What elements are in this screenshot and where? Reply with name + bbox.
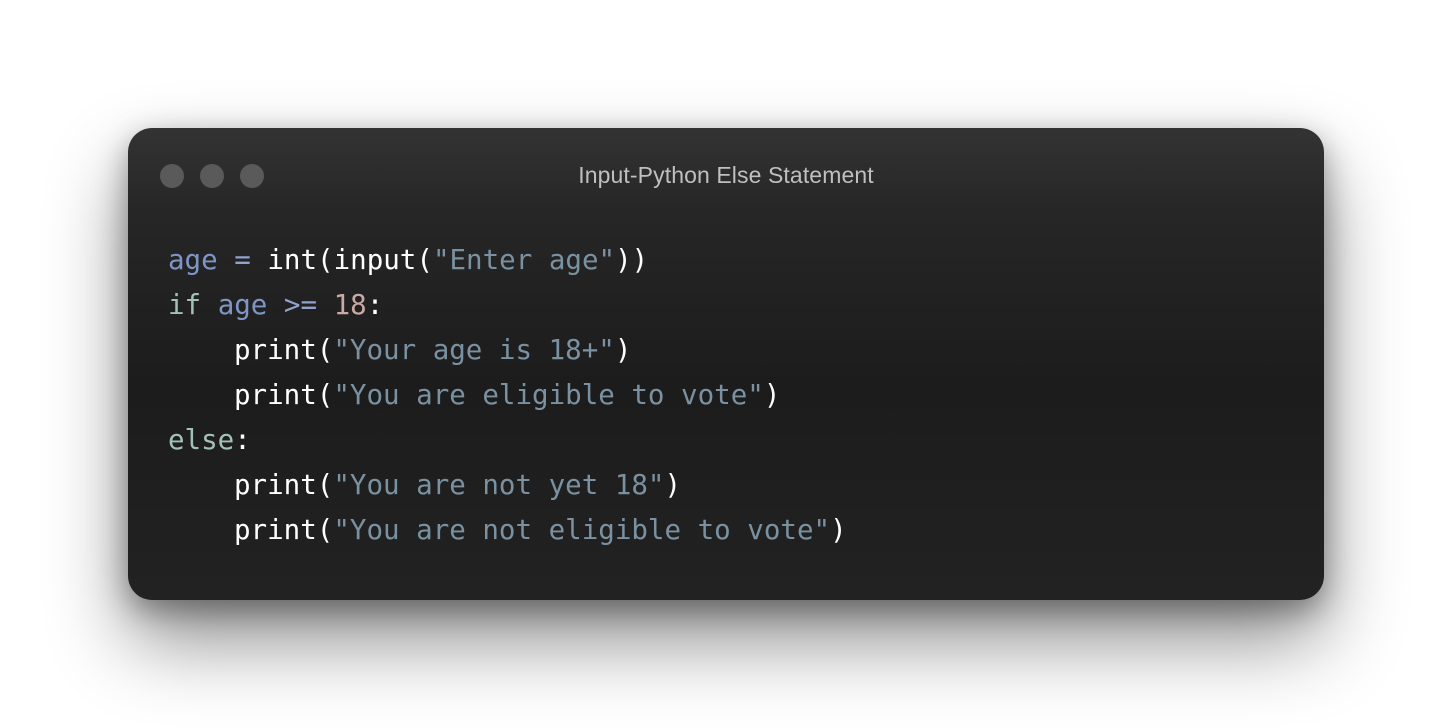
code-token-pun: ) [763,379,781,411]
code-token-pun: ( [416,244,433,276]
code-token-str: "You are not yet 18" [333,469,665,501]
code-line: age = int(input("Enter age")) [168,238,847,283]
code-line: print("You are eligible to vote") [168,373,847,418]
code-token-fn: print [234,334,317,366]
code-token-fn: print [234,514,317,546]
code-token-str: "You are not eligible to vote" [333,514,831,546]
code-token-pun: ( [316,379,334,411]
code-token-kw: else [168,424,235,456]
code-token-fn: print [234,469,317,501]
code-token-pun: ) [664,469,682,501]
code-token-fn: input [333,244,417,276]
code-token-pun: ( [316,469,334,501]
page-background: Input-Python Else Statement age = int(in… [0,0,1452,728]
code-token-fn: print [234,379,317,411]
code-token-str: "You are eligible to vote" [333,379,764,411]
code-token-str: "Enter age" [432,244,616,276]
code-token-pun: ) [830,514,847,546]
code-token-pun: : [234,424,251,456]
code-token-num: 18 [333,289,367,321]
code-token-str: "Your age is 18+" [333,334,615,366]
code-token-kw: if [168,289,202,321]
code-token-pun: )) [615,244,649,276]
title-bar: Input-Python Else Statement [128,128,1324,224]
code-token-op [201,289,218,321]
code-token-op: = [217,244,268,276]
code-token-pun: ) [614,334,632,366]
code-token-pun: ( [316,334,334,366]
code-token-fn: int [267,244,318,276]
code-line: if age >= 18: [168,283,847,328]
code-token-pun: ( [316,514,334,546]
code-window: Input-Python Else Statement age = int(in… [128,128,1324,600]
window-title: Input-Python Else Statement [578,162,874,188]
code-token-var: age [217,289,268,321]
code-token-op: >= [267,289,334,321]
code-line: print("You are not eligible to vote") [168,508,847,553]
code-line: print("Your age is 18+") [168,328,847,373]
code-token-pun: : [366,289,384,321]
code-line: else: [168,418,847,463]
code-line: print("You are not yet 18") [168,463,847,508]
code-token-pun: ( [317,244,334,276]
code-token-var: age [168,244,218,276]
code-block: age = int(input("Enter age")) if age >= 1… [168,238,847,553]
